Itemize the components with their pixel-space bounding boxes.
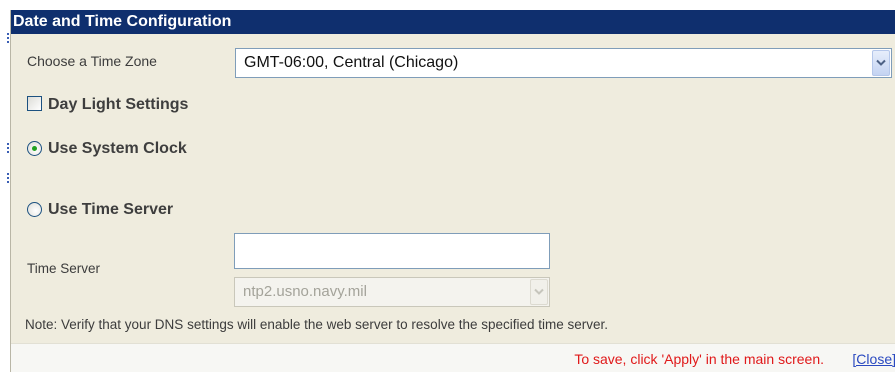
- system-clock-label: Use System Clock: [48, 140, 187, 157]
- time-server-label: Time Server: [27, 261, 101, 276]
- time-server-select-value: ntp2.usno.navy.mil: [243, 283, 367, 300]
- time-server-radio[interactable]: [27, 202, 42, 217]
- timezone-select[interactable]: GMT-06:00, Central (Chicago): [235, 48, 892, 78]
- timezone-label: Choose a Time Zone: [27, 53, 157, 69]
- page: Date and Time Configuration Choose a Tim…: [0, 0, 895, 372]
- time-server-dropdown-button[interactable]: [530, 279, 548, 305]
- timezone-dropdown-button[interactable]: [872, 50, 890, 76]
- radio-selected-dot: [32, 146, 37, 151]
- daylight-label: Day Light Settings: [48, 96, 189, 113]
- dialog-footer: To save, click 'Apply' in the main scree…: [11, 343, 895, 372]
- save-message: To save, click 'Apply' in the main scree…: [574, 351, 824, 367]
- chevron-down-icon: [876, 59, 886, 66]
- timezone-select-value: GMT-06:00, Central (Chicago): [244, 54, 459, 71]
- chevron-down-icon: [534, 288, 544, 295]
- dialog-title: Date and Time Configuration: [11, 10, 895, 34]
- close-link[interactable]: [Close]: [852, 351, 895, 367]
- date-time-dialog: Date and Time Configuration Choose a Tim…: [10, 10, 895, 372]
- time-server-radio-label: Use Time Server: [48, 201, 174, 218]
- daylight-checkbox[interactable]: [27, 96, 42, 111]
- time-server-select[interactable]: ntp2.usno.navy.mil: [234, 277, 550, 307]
- dns-note: Note: Verify that your DNS settings will…: [25, 317, 609, 332]
- time-server-input[interactable]: [234, 233, 550, 269]
- system-clock-radio[interactable]: [27, 141, 42, 156]
